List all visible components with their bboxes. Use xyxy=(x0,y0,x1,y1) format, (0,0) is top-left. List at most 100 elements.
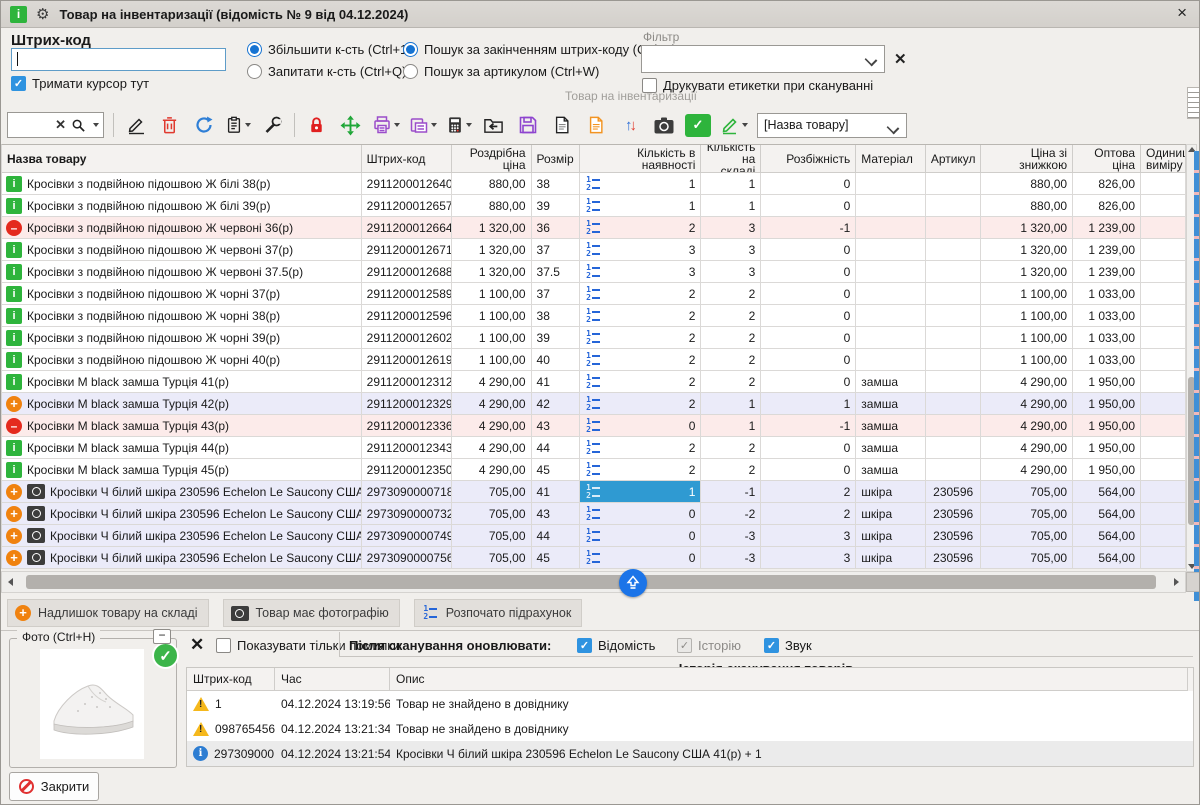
cell-qty[interactable]: 0 xyxy=(580,503,702,525)
cell-material[interactable]: замша xyxy=(856,371,926,393)
cell-discount[interactable]: 880,00 xyxy=(981,195,1073,217)
horizontal-scrollbar[interactable] xyxy=(1,571,1186,593)
cell-barcode[interactable]: 2911200012640 xyxy=(362,173,452,195)
chevron-down-icon[interactable] xyxy=(394,123,400,127)
cell-wholesale[interactable]: 826,00 xyxy=(1073,173,1141,195)
cell-barcode[interactable]: 2911200012312 xyxy=(362,371,452,393)
column-header[interactable]: Штрих-код xyxy=(362,145,452,173)
cell-name[interactable]: –Кросівки з подвійною підошвою Ж червоні… xyxy=(2,217,362,239)
cell-wholesale[interactable]: 1 033,00 xyxy=(1073,283,1141,305)
cell-wholesale[interactable]: 826,00 xyxy=(1073,195,1141,217)
cell-barcode[interactable]: 2911200012657 xyxy=(362,195,452,217)
cell-name[interactable]: iКросівки з подвійною підошвою Ж білі 39… xyxy=(2,195,362,217)
photo-collapse-button[interactable]: − xyxy=(153,629,171,644)
cell-article[interactable]: 230596 xyxy=(926,547,981,569)
cell-name[interactable]: –Кросівки M black замша Турція 43(р) xyxy=(2,415,362,437)
cell-name[interactable]: iКросівки M black замша Турція 44(р) xyxy=(2,437,362,459)
cell-stock[interactable]: -3 xyxy=(701,525,761,547)
cell-unit[interactable] xyxy=(1141,305,1186,327)
update-statement-checkbox[interactable]: ✓ Відомість xyxy=(577,638,655,653)
cell-material[interactable] xyxy=(856,173,926,195)
filter-combobox[interactable] xyxy=(641,45,885,73)
cell-stock[interactable]: 3 xyxy=(701,217,761,239)
close-icon[interactable]: × xyxy=(1177,3,1187,23)
column-header[interactable]: Назва товару xyxy=(2,145,362,173)
cell-name[interactable]: +Кросівки Ч білий шкіра 230596 Echelon L… xyxy=(2,503,362,525)
toolbar-search-input[interactable]: ✕ xyxy=(7,112,104,138)
document-button[interactable] xyxy=(549,113,574,138)
cell-name[interactable]: iКросівки з подвійною підошвою Ж чорні 3… xyxy=(2,283,362,305)
cell-wholesale[interactable]: 1 950,00 xyxy=(1073,393,1141,415)
history-column-header[interactable]: Час xyxy=(275,668,390,691)
cell-barcode[interactable]: 2973090000718 xyxy=(362,481,452,503)
cell-diff[interactable]: 1 xyxy=(761,393,856,415)
cell-wholesale[interactable]: 1 950,00 xyxy=(1073,437,1141,459)
edit-green-button[interactable] xyxy=(720,115,748,135)
cell-material[interactable] xyxy=(856,305,926,327)
history-description[interactable]: Товар не знайдено в довіднику xyxy=(390,691,1188,716)
cell-retail[interactable]: 4 290,00 xyxy=(452,415,532,437)
cell-stock[interactable]: 1 xyxy=(701,173,761,195)
cell-material[interactable]: замша xyxy=(856,437,926,459)
cell-wholesale[interactable]: 1 950,00 xyxy=(1073,459,1141,481)
cell-size[interactable]: 36 xyxy=(532,217,580,239)
cell-name[interactable]: iКросівки з подвійною підошвою Ж чорні 3… xyxy=(2,305,362,327)
table-row[interactable]: iКросівки M black замша Турція 45(р)2911… xyxy=(2,459,1186,481)
column-header[interactable]: Кількість на складі xyxy=(701,145,761,173)
cell-size[interactable]: 43 xyxy=(532,415,580,437)
table-row[interactable]: +Кросівки Ч білий шкіра 230596 Echelon L… xyxy=(2,547,1186,569)
cell-qty[interactable]: 2 xyxy=(580,305,702,327)
cell-material[interactable]: шкіра xyxy=(856,525,926,547)
cell-retail[interactable]: 1 100,00 xyxy=(452,327,532,349)
cell-size[interactable]: 45 xyxy=(532,459,580,481)
table-row[interactable]: iКросівки з подвійною підошвою Ж червоні… xyxy=(2,239,1186,261)
column-header[interactable]: Роздрібна ціна xyxy=(452,145,532,173)
cell-wholesale[interactable]: 1 239,00 xyxy=(1073,261,1141,283)
cell-discount[interactable]: 4 290,00 xyxy=(981,459,1073,481)
gear-icon[interactable]: ⚙ xyxy=(36,5,49,23)
cell-barcode[interactable]: 2911200012602 xyxy=(362,327,452,349)
cell-stock[interactable]: -3 xyxy=(701,547,761,569)
cell-size[interactable]: 44 xyxy=(532,525,580,547)
cell-qty[interactable]: 1 xyxy=(580,173,702,195)
cell-size[interactable]: 45 xyxy=(532,547,580,569)
cell-stock[interactable]: 2 xyxy=(701,327,761,349)
cell-article[interactable] xyxy=(926,437,981,459)
table-row[interactable]: iКросівки з подвійною підошвою Ж білі 39… xyxy=(2,195,1186,217)
cell-stock[interactable]: 2 xyxy=(701,459,761,481)
history-time[interactable]: 04.12.2024 13:21:34 xyxy=(275,716,390,741)
cell-unit[interactable] xyxy=(1141,525,1186,547)
cell-article[interactable] xyxy=(926,261,981,283)
history-row[interactable]: 104.12.2024 13:19:56Товар не знайдено в … xyxy=(187,691,1193,716)
cell-size[interactable]: 37 xyxy=(532,239,580,261)
cell-name[interactable]: +Кросівки Ч білий шкіра 230596 Echelon L… xyxy=(2,481,362,503)
keep-cursor-checkbox[interactable]: ✓ Тримати курсор тут xyxy=(11,76,149,91)
radio-search-ending[interactable]: Пошук за закінченням штрих-коду (Ctrl+2) xyxy=(403,42,676,57)
cell-qty[interactable]: 0 xyxy=(580,547,702,569)
cell-wholesale[interactable]: 564,00 xyxy=(1073,481,1141,503)
chevron-down-icon[interactable] xyxy=(742,123,748,127)
cell-unit[interactable] xyxy=(1141,459,1186,481)
cell-stock[interactable]: 1 xyxy=(701,415,761,437)
cell-retail[interactable]: 1 100,00 xyxy=(452,283,532,305)
cell-wholesale[interactable]: 1 239,00 xyxy=(1073,217,1141,239)
history-barcode[interactable]: i297309000... xyxy=(187,741,275,766)
history-description[interactable]: Кросівки Ч білий шкіра 230596 Echelon Le… xyxy=(390,741,1188,766)
column-chooser-icon[interactable] xyxy=(1187,87,1200,119)
cell-retail[interactable]: 880,00 xyxy=(452,195,532,217)
cell-material[interactable] xyxy=(856,195,926,217)
cell-stock[interactable]: 2 xyxy=(701,371,761,393)
calculator-button[interactable] xyxy=(446,115,472,135)
chevron-down-icon[interactable] xyxy=(431,123,437,127)
cell-name[interactable]: +Кросівки Ч білий шкіра 230596 Echelon L… xyxy=(2,525,362,547)
cell-qty[interactable]: 0 xyxy=(580,415,702,437)
cell-diff[interactable]: 0 xyxy=(761,283,856,305)
cell-diff[interactable]: 0 xyxy=(761,305,856,327)
cell-name[interactable]: iКросівки з подвійною підошвою Ж білі 38… xyxy=(2,173,362,195)
cell-unit[interactable] xyxy=(1141,261,1186,283)
cell-retail[interactable]: 4 290,00 xyxy=(452,393,532,415)
cell-discount[interactable]: 705,00 xyxy=(981,547,1073,569)
cell-article[interactable] xyxy=(926,305,981,327)
cell-unit[interactable] xyxy=(1141,393,1186,415)
cell-qty[interactable]: 2 xyxy=(580,371,702,393)
